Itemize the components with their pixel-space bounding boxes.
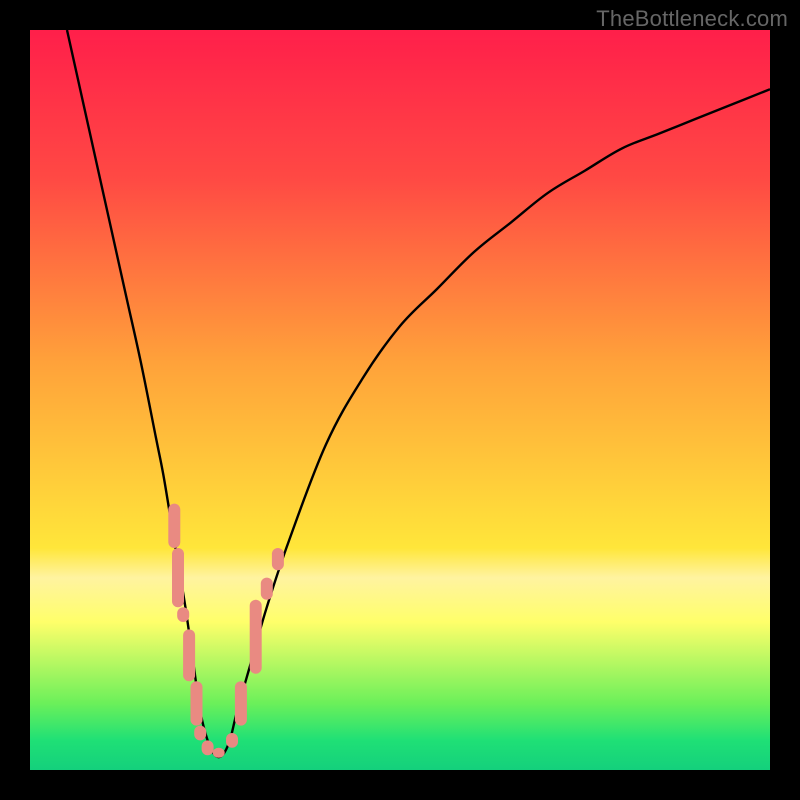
curve-marker (250, 600, 262, 674)
curve-marker (261, 578, 273, 600)
plot-area (30, 30, 770, 770)
curve-marker (168, 504, 180, 548)
curve-marker (272, 548, 284, 570)
curve-markers (168, 504, 284, 758)
bottleneck-curve (67, 30, 770, 757)
curve-marker (226, 733, 238, 748)
curve-layer (30, 30, 770, 770)
curve-marker (194, 726, 206, 741)
curve-marker (172, 548, 184, 607)
curve-marker (191, 681, 203, 725)
curve-marker (213, 748, 225, 758)
chart-frame: TheBottleneck.com (0, 0, 800, 800)
curve-marker (183, 629, 195, 681)
curve-marker (202, 740, 214, 755)
curve-marker (177, 607, 189, 622)
watermark-text: TheBottleneck.com (596, 6, 788, 32)
curve-marker (235, 681, 247, 725)
